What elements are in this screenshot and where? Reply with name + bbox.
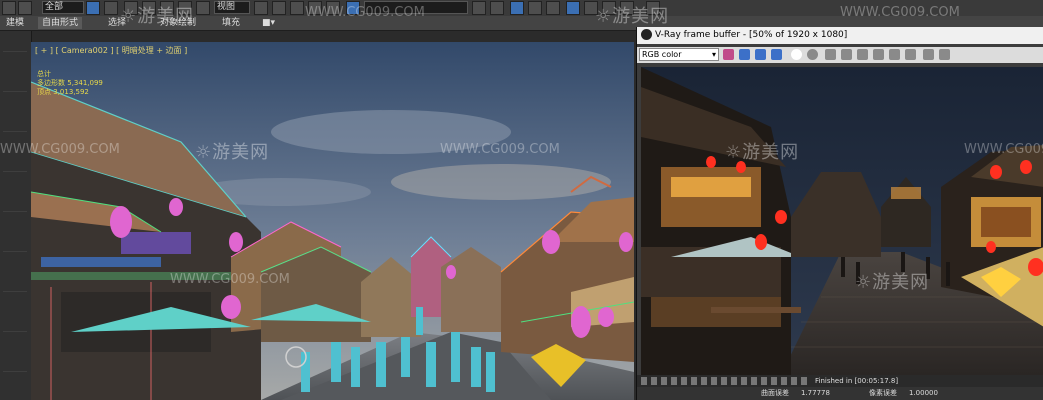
stop-render-icon[interactable] (939, 49, 950, 60)
select-icon[interactable] (86, 1, 100, 15)
angle-snap-icon[interactable] (290, 1, 304, 15)
pivot-icon[interactable] (254, 1, 268, 15)
panel-divider (3, 131, 27, 132)
vray-frame-buffer-window: V-Ray frame buffer - [50% of 1920 x 1080… (636, 27, 1043, 400)
clear-image-icon[interactable] (841, 49, 852, 60)
watermark-brand: ☼游美网 (855, 272, 930, 293)
watermark-brand: ☼游美网 (595, 6, 670, 27)
panel-divider (3, 91, 27, 92)
panel-divider (3, 371, 27, 372)
left-command-panel (0, 31, 32, 400)
select-region-icon[interactable] (104, 1, 118, 15)
rendered-image (641, 67, 1043, 375)
mirror-icon[interactable] (472, 1, 486, 15)
schematic-icon[interactable] (546, 1, 560, 15)
watermark-url: WWW.CG009.COM (440, 142, 560, 157)
vfb-status-bar: Finished in [00:05:17.8] (637, 375, 1043, 387)
panel-divider (3, 51, 27, 52)
undo-icon[interactable] (2, 1, 16, 15)
vfb-status-tools (641, 377, 811, 385)
selection-filter-dropdown[interactable]: 全部 (42, 1, 84, 14)
panel-divider (3, 291, 27, 292)
unlink-icon[interactable] (196, 1, 210, 15)
perspective-viewport[interactable]: [ + ] [ Camera002 ] [ 明暗处理 + 边面 ] 总计 多边形… (31, 42, 634, 400)
tab-populate[interactable]: 填充 (218, 17, 244, 29)
render-status: Finished in [00:05:17.8] (815, 377, 899, 385)
region-render-icon[interactable] (889, 49, 900, 60)
render-icon[interactable] (923, 49, 934, 60)
watermark-brand: ☼游美网 (195, 142, 270, 163)
pixel-error-value: 1.00000 (909, 389, 938, 397)
view-dropdown[interactable]: 视图 (214, 1, 250, 14)
panel-divider (3, 331, 27, 332)
white-circle-icon[interactable] (791, 49, 802, 60)
red-channel-icon[interactable] (739, 49, 750, 60)
panel-divider (3, 171, 27, 172)
link-icon[interactable] (905, 49, 916, 60)
save-image-icon[interactable] (825, 49, 836, 60)
align-icon[interactable] (490, 1, 504, 15)
snap-icon[interactable] (272, 1, 286, 15)
channel-dropdown[interactable]: RGB color ▾ (639, 48, 719, 61)
material-editor-icon[interactable] (566, 1, 580, 15)
panel-divider (3, 251, 27, 252)
watermark-url: WWW.CG009.COM (305, 5, 425, 20)
stats-title: 总计 (37, 70, 51, 78)
blue-channel-icon[interactable] (771, 49, 782, 60)
logo-swirl-icon: ☼ (855, 272, 873, 293)
viewport-scene (31, 42, 634, 400)
watermark-url: WWW.CG009.COM (0, 142, 120, 157)
watermark-url: WWW.CG009.COM (170, 272, 290, 287)
logo-swirl-icon: ☼ (725, 142, 743, 163)
curve-editor-icon[interactable] (528, 1, 542, 15)
watermark-brand: ☼游美网 (120, 6, 195, 27)
layer-icon[interactable] (510, 1, 524, 15)
vertex-count: 顶点 3,013,592 (37, 88, 89, 96)
redo-icon[interactable] (18, 1, 32, 15)
color-picker-icon[interactable] (723, 49, 734, 60)
alpha-icon[interactable] (807, 49, 818, 60)
watermark-brand: ☼游美网 (725, 142, 800, 163)
surface-error-label: 曲面误差 (761, 389, 789, 397)
ribbon-options-icon[interactable]: ■▾ (258, 17, 279, 29)
vfb-title-bar[interactable]: V-Ray frame buffer - [50% of 1920 x 1080… (637, 27, 1043, 44)
logo-swirl-icon: ☼ (120, 6, 138, 27)
pixel-error-label: 像素误差 (869, 389, 897, 397)
watermark-url: WWW.CG009.COM (964, 142, 1043, 157)
tab-freeform[interactable]: 自由形式 (38, 17, 83, 29)
vfb-bottom-bar: 曲面误差 1.77778 像素误差 1.00000 (637, 387, 1043, 400)
tab-modeling[interactable]: 建模 (2, 17, 28, 29)
render-scene (641, 67, 1043, 375)
track-mouse-icon[interactable] (873, 49, 884, 60)
vfb-title: V-Ray frame buffer - [50% of 1920 x 1080… (655, 30, 848, 40)
viewport-label[interactable]: [ + ] [ Camera002 ] [ 明暗处理 + 边面 ] (35, 45, 187, 56)
vray-logo-icon (641, 29, 652, 40)
green-channel-icon[interactable] (755, 49, 766, 60)
watermark-url: WWW.CG009.COM (840, 5, 960, 20)
surface-error-value: 1.77778 (801, 389, 830, 397)
chevron-down-icon: ▾ (711, 50, 716, 59)
polygon-count: 多边形数 5,341,099 (37, 79, 103, 87)
scene-statistics: 总计 多边形数 5,341,099 顶点 3,013,592 (37, 70, 103, 97)
logo-swirl-icon: ☼ (595, 6, 613, 27)
logo-swirl-icon: ☼ (195, 142, 213, 163)
panel-divider (3, 211, 27, 212)
vfb-toolbar: RGB color ▾ (637, 47, 1043, 63)
copy-icon[interactable] (857, 49, 868, 60)
